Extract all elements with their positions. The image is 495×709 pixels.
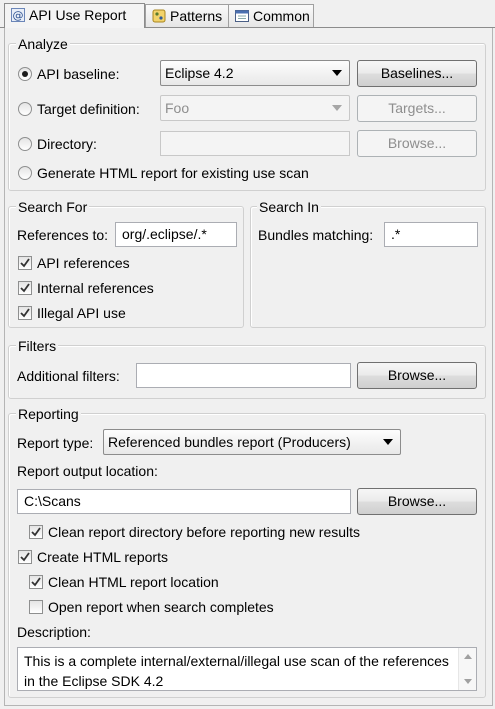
illegal-api-use-label: Illegal API use [37, 305, 126, 321]
report-type-label: Report type: [17, 435, 94, 451]
internal-references-checkbox[interactable] [18, 281, 32, 295]
target-definition-radio[interactable] [18, 102, 32, 116]
patterns-icon [152, 7, 166, 23]
search-for-title: Search For [16, 199, 90, 215]
illegal-api-use-checkbox[interactable] [18, 306, 32, 320]
chevron-down-icon [383, 439, 393, 445]
target-definition-label: Target definition: [37, 101, 140, 117]
filters-title: Filters [16, 338, 59, 354]
clean-report-directory-checkbox[interactable] [29, 525, 43, 539]
tab-patterns[interactable]: Patterns [145, 4, 229, 27]
checkmark-icon [31, 577, 41, 587]
api-references-label: API references [37, 255, 130, 271]
svg-text:@: @ [13, 9, 24, 22]
api-baseline-value: Eclipse 4.2 [165, 65, 234, 81]
checkmark-icon [20, 552, 30, 562]
chevron-down-icon [332, 70, 342, 76]
references-label: References to: [17, 227, 109, 243]
open-report-checkbox[interactable] [29, 600, 43, 614]
references-input[interactable]: org/.eclipse/.* [115, 222, 237, 247]
checkmark-icon [20, 308, 30, 318]
filters-browse-button[interactable]: Browse... [357, 362, 477, 389]
tab-api-use-report[interactable]: @ API Use Report [4, 3, 145, 28]
clean-html-location-label: Clean HTML report location [48, 574, 219, 590]
generate-html-label: Generate HTML report for existing use sc… [37, 165, 309, 181]
bundles-matching-input[interactable]: .* [384, 222, 478, 247]
scroll-up-icon[interactable] [464, 654, 472, 659]
tab-label: API Use Report [29, 7, 127, 23]
checkmark-icon [20, 258, 30, 268]
tab-label: Common [253, 8, 310, 24]
target-definition-value: Foo [165, 100, 190, 116]
bundles-matching-label: Bundles matching: [258, 227, 374, 243]
api-references-checkbox[interactable] [18, 256, 32, 270]
description-textarea[interactable]: This is a complete internal/external/ill… [17, 647, 477, 691]
baselines-button[interactable]: Baselines... [357, 60, 477, 87]
report-type-combo[interactable]: Referenced bundles report (Producers) [103, 429, 401, 455]
clean-html-location-checkbox[interactable] [29, 575, 43, 589]
targets-button[interactable]: Targets... [357, 95, 477, 122]
checkmark-icon [31, 527, 41, 537]
chevron-down-icon [332, 105, 342, 111]
search-in-title: Search In [257, 199, 321, 215]
directory-label: Directory: [37, 136, 97, 152]
scroll-down-icon[interactable] [464, 679, 472, 684]
directory-input[interactable] [160, 131, 350, 156]
checkmark-icon [20, 283, 30, 293]
api-baseline-label: API baseline: [37, 66, 120, 82]
create-html-reports-label: Create HTML reports [37, 549, 168, 565]
report-output-location-input[interactable]: C:\Scans [17, 489, 351, 514]
report-type-value: Referenced bundles report (Producers) [108, 434, 351, 450]
open-report-label: Open report when search completes [48, 599, 274, 615]
common-window-icon [235, 7, 249, 22]
reporting-title: Reporting [16, 406, 81, 422]
analyze-group-title: Analyze [16, 36, 70, 52]
tab-common[interactable]: Common [228, 4, 314, 27]
clean-report-directory-label: Clean report directory before reporting … [48, 524, 361, 540]
api-baseline-radio[interactable] [18, 67, 32, 81]
output-browse-button[interactable]: Browse... [357, 488, 477, 515]
at-sign-icon: @ [11, 6, 25, 22]
target-definition-combo[interactable]: Foo [160, 95, 350, 121]
create-html-reports-checkbox[interactable] [18, 550, 32, 564]
tab-label: Patterns [170, 8, 223, 24]
directory-browse-button[interactable]: Browse... [357, 130, 477, 157]
additional-filters-input[interactable] [136, 363, 351, 388]
description-label: Description: [17, 624, 91, 640]
report-output-location-label: Report output location: [17, 463, 158, 479]
tab-bar: @ API Use Report Patterns Common [0, 0, 495, 28]
api-baseline-combo[interactable]: Eclipse 4.2 [160, 60, 350, 86]
internal-references-label: Internal references [37, 280, 154, 296]
additional-filters-label: Additional filters: [17, 368, 120, 384]
description-text: This is a complete internal/external/ill… [24, 653, 449, 689]
generate-html-radio[interactable] [18, 166, 32, 180]
description-scrollbar[interactable] [458, 648, 476, 690]
directory-radio[interactable] [18, 137, 32, 151]
